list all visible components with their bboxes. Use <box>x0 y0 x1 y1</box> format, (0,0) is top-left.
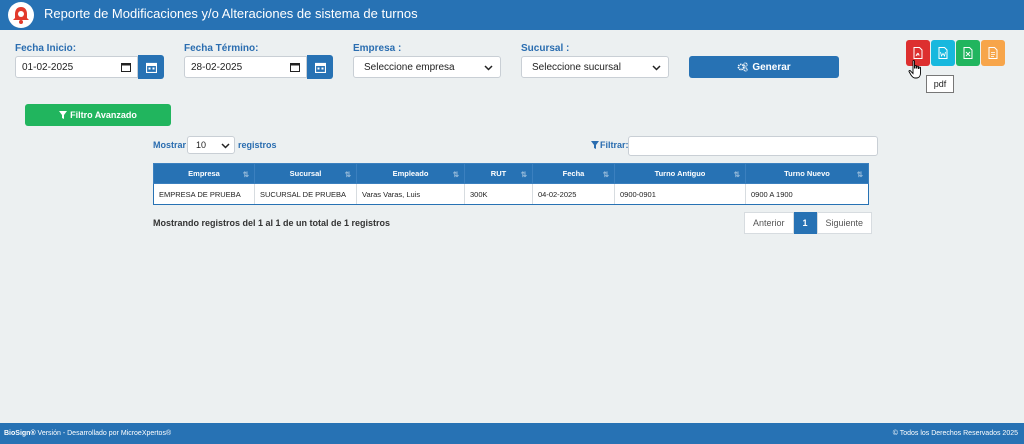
cell-fecha: 04-02-2025 <box>532 183 615 205</box>
fecha-inicio-input[interactable]: 01-02-2025 <box>15 56 138 78</box>
footer: BioSign® Versión - Desarrollado por Micr… <box>0 423 1024 444</box>
table-row[interactable]: EMPRESA DE PRUEBA SUCURSAL DE PRUEBA Var… <box>153 183 869 205</box>
calendar-icon <box>121 63 131 72</box>
footer-brand: BioSign® <box>4 430 36 437</box>
fecha-inicio-calendar-button[interactable] <box>138 55 164 79</box>
column-header-empresa[interactable]: Empresa ⇅ <box>153 163 255 184</box>
filtrar-input[interactable] <box>628 136 878 156</box>
chevron-down-icon <box>652 65 661 71</box>
cell-turno-antiguo: 0900-0901 <box>614 183 746 205</box>
calendar-icon <box>314 62 326 73</box>
chevron-down-icon <box>484 65 493 71</box>
pagination-page-button[interactable]: 1 <box>793 212 817 234</box>
page-title: Reporte de Modificaciones y/o Alteracion… <box>44 6 418 21</box>
chevron-down-icon <box>221 143 230 149</box>
fecha-termino-calendar-button[interactable] <box>307 55 333 79</box>
sort-icon: ⇅ <box>344 170 351 179</box>
filtro-avanzado-label: Filtro Avanzado <box>70 110 137 120</box>
fecha-termino-value: 28-02-2025 <box>191 62 243 73</box>
calendar-icon <box>290 63 300 72</box>
gears-icon <box>737 62 749 72</box>
column-header-rut[interactable]: RUT ⇅ <box>464 163 533 184</box>
biosign-logo-icon <box>8 2 34 28</box>
report-table: Empresa ⇅ Sucursal ⇅ Empleado ⇅ RUT ⇅ Fecha ⇅… <box>153 163 869 205</box>
fecha-termino-label: Fecha Término: <box>184 43 259 54</box>
file-pdf-icon <box>913 47 923 59</box>
sort-icon: ⇅ <box>733 170 740 179</box>
pagination: Anterior 1 Siguiente <box>744 212 873 234</box>
cell-sucursal: SUCURSAL DE PRUEBA <box>254 183 357 205</box>
pagination-previous-button[interactable]: Anterior <box>744 212 794 234</box>
fecha-termino-input[interactable]: 28-02-2025 <box>184 56 307 78</box>
sort-icon: ⇅ <box>602 170 609 179</box>
footer-credits: BioSign® Versión - Desarrollado por Micr… <box>4 430 171 437</box>
footer-developer: Versión - Desarrollado por MicroeXpertos… <box>35 430 172 437</box>
column-header-fecha[interactable]: Fecha ⇅ <box>532 163 615 184</box>
page-size-value: 10 <box>196 140 207 150</box>
column-header-turno-antiguo[interactable]: Turno Antiguo ⇅ <box>614 163 746 184</box>
filter-icon <box>591 141 599 149</box>
fecha-inicio-value: 01-02-2025 <box>22 62 74 73</box>
column-header-empleado[interactable]: Empleado ⇅ <box>356 163 465 184</box>
file-excel-icon <box>963 47 973 59</box>
sort-icon: ⇅ <box>452 170 459 179</box>
table-header-row: Empresa ⇅ Sucursal ⇅ Empleado ⇅ RUT ⇅ Fecha ⇅… <box>153 163 869 184</box>
export-excel-button[interactable] <box>956 40 980 66</box>
export-tooltip: pdf <box>926 75 954 93</box>
table-info: Mostrando registros del 1 al 1 de un tot… <box>153 218 391 228</box>
generar-button[interactable]: Generar <box>689 56 839 78</box>
fecha-inicio-label: Fecha Inicio: <box>15 43 77 54</box>
sort-icon: ⇅ <box>520 170 527 179</box>
hand-pointer-cursor-icon <box>908 60 921 79</box>
column-header-sucursal[interactable]: Sucursal ⇅ <box>254 163 357 184</box>
cell-empresa: EMPRESA DE PRUEBA <box>153 183 255 205</box>
empresa-label: Empresa : <box>353 43 402 54</box>
file-word-icon <box>938 47 948 59</box>
filtrar-label: Filtrar: <box>600 140 629 150</box>
sucursal-selected: Seleccione sucursal <box>532 62 621 73</box>
top-bar: Reporte de Modificaciones y/o Alteracion… <box>0 0 1024 30</box>
filter-icon <box>59 111 68 119</box>
cell-turno-nuevo: 0900 A 1900 <box>745 183 869 205</box>
empresa-select[interactable]: Seleccione empresa <box>353 56 501 78</box>
registros-label: registros <box>238 140 277 150</box>
export-word-button[interactable] <box>931 40 955 66</box>
filtro-avanzado-button[interactable]: Filtro Avanzado <box>25 104 171 126</box>
pagination-next-button[interactable]: Siguiente <box>816 212 873 234</box>
footer-copyright: © Todos los Derechos Reservados 2025 <box>892 430 1018 437</box>
export-csv-button[interactable] <box>981 40 1005 66</box>
empresa-selected: Seleccione empresa <box>364 62 455 73</box>
sort-icon: ⇅ <box>856 170 863 179</box>
cell-rut: 300K <box>464 183 533 205</box>
page-size-select[interactable]: 10 <box>187 136 235 154</box>
filtrar-label-group: Filtrar: <box>591 140 629 150</box>
column-header-turno-nuevo[interactable]: Turno Nuevo ⇅ <box>745 163 869 184</box>
sucursal-select[interactable]: Seleccione sucursal <box>521 56 669 78</box>
cell-empleado: Varas Varas, Luis <box>356 183 465 205</box>
generar-label: Generar <box>752 61 791 73</box>
sort-icon: ⇅ <box>242 170 249 179</box>
file-csv-icon <box>988 47 998 59</box>
calendar-icon <box>145 62 157 73</box>
mostrar-label: Mostrar <box>153 140 187 150</box>
sucursal-label: Sucursal : <box>521 43 570 54</box>
